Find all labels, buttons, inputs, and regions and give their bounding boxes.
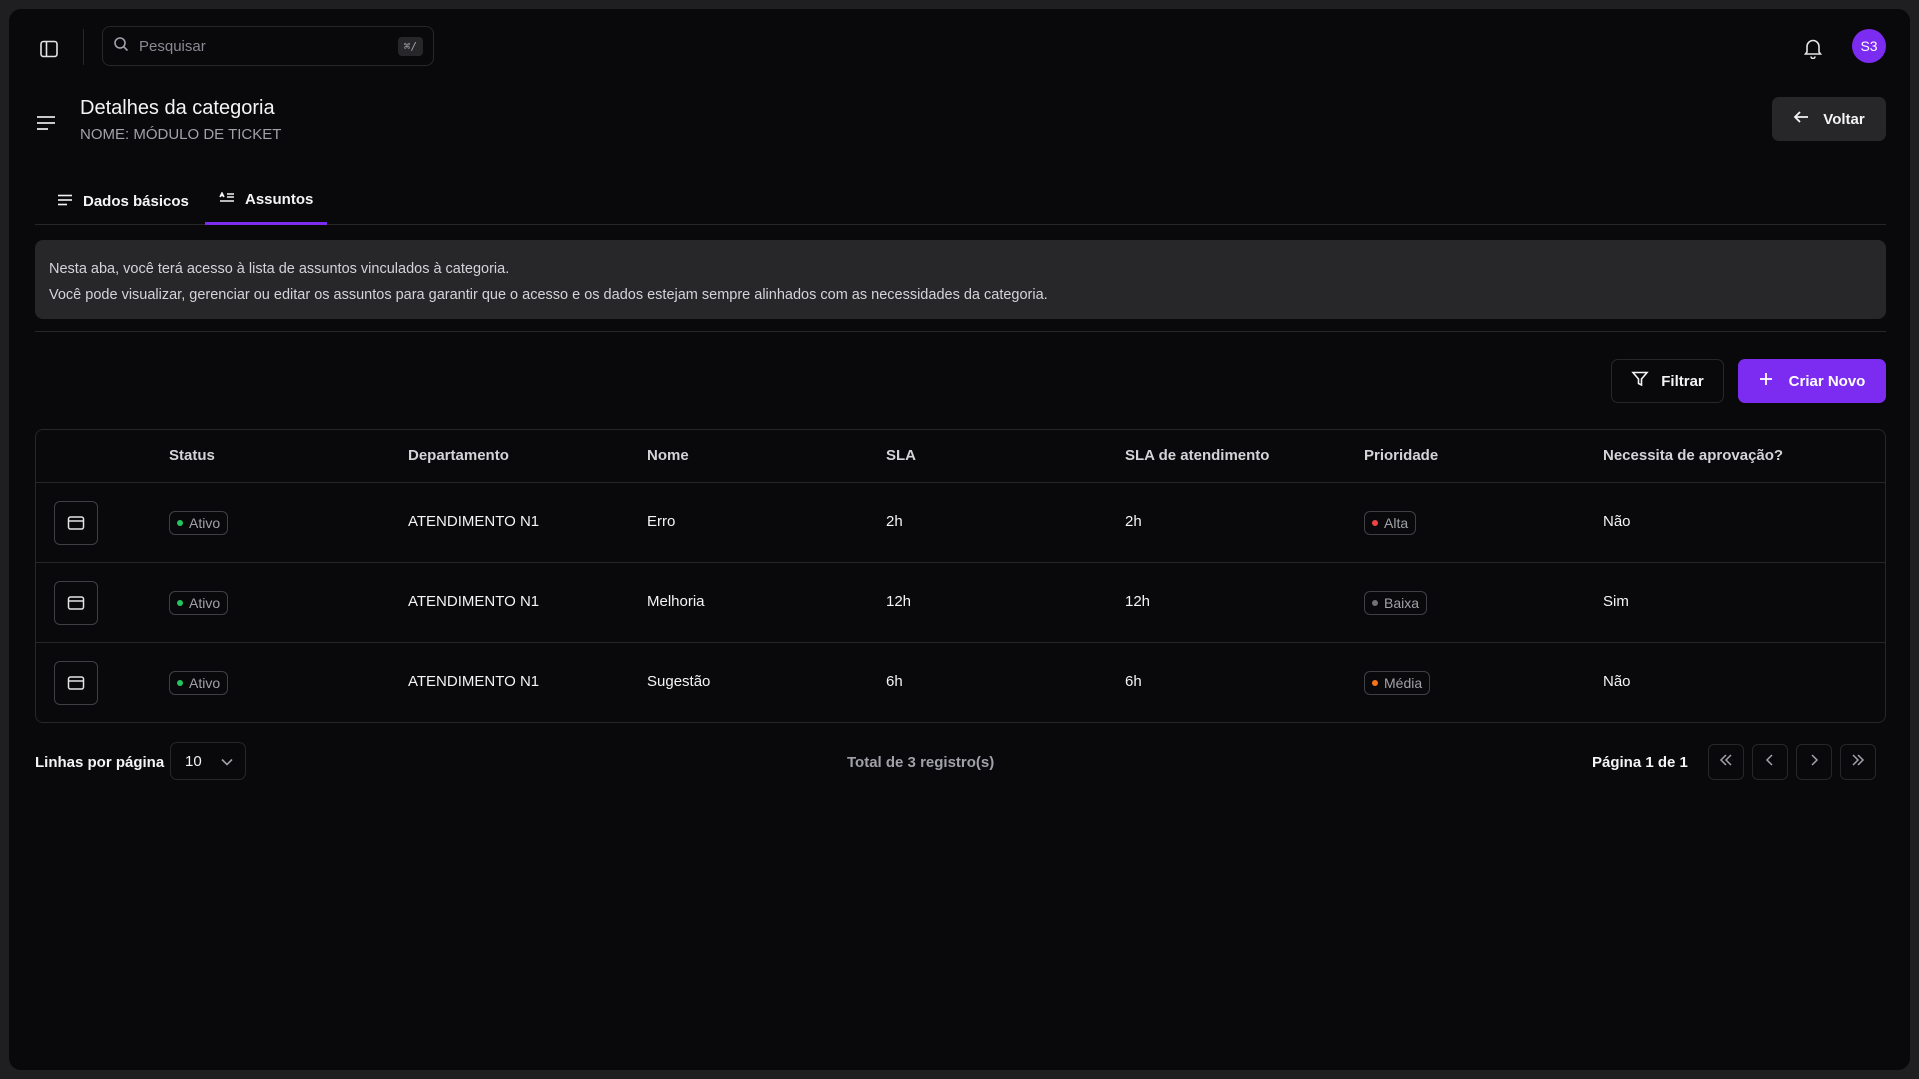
status-text: Ativo: [189, 595, 221, 611]
chevrons-right-icon: [1851, 753, 1865, 771]
search-box[interactable]: ⌘/: [102, 26, 434, 66]
back-button[interactable]: Voltar: [1772, 97, 1886, 141]
last-page-button[interactable]: [1840, 744, 1876, 780]
cell-aprovacao: Sim: [1603, 593, 1629, 610]
cell-aprovacao: Não: [1603, 513, 1631, 530]
info-box: Nesta aba, você terá acesso à lista de a…: [35, 240, 1886, 319]
cell-nome: Erro: [647, 513, 676, 530]
cell-departamento: ATENDIMENTO N1: [408, 513, 540, 530]
back-button-label: Voltar: [1823, 110, 1865, 128]
column-header-sla-atendimento[interactable]: SLA de atendimento: [1125, 447, 1269, 464]
column-header-prioridade[interactable]: Prioridade: [1364, 447, 1438, 464]
tab-bar: Dados básicos Assuntos: [35, 177, 1886, 225]
priority-text: Alta: [1384, 515, 1409, 531]
page-subtitle: NOME: MÓDULO DE TICKET: [80, 126, 282, 143]
section-divider: [35, 331, 1886, 332]
info-line-1: Nesta aba, você terá acesso à lista de a…: [49, 261, 510, 277]
sidebar-toggle-icon[interactable]: [33, 33, 65, 65]
priority-badge: Média: [1364, 671, 1431, 695]
chevron-left-icon: [1765, 753, 1775, 771]
rows-per-page-label: Linhas por página: [35, 754, 165, 771]
tab-dados-basicos[interactable]: Dados básicos: [43, 177, 203, 225]
bell-icon[interactable]: [1798, 33, 1828, 63]
priority-dot: [1372, 600, 1378, 606]
arrow-left-icon: [1793, 110, 1809, 128]
filter-icon: [1631, 370, 1649, 392]
status-dot: [177, 680, 183, 686]
priority-badge: Baixa: [1364, 591, 1428, 615]
cell-nome: Sugestão: [647, 673, 711, 690]
avatar[interactable]: S3: [1852, 29, 1886, 63]
menu-icon[interactable]: [31, 108, 61, 138]
table-row[interactable]: Ativo ATENDIMENTO N1 Erro 2h 2h Alta Não: [36, 483, 1885, 563]
filter-button[interactable]: Filtrar: [1611, 359, 1724, 403]
column-header-departamento[interactable]: Departamento: [408, 447, 509, 464]
cell-aprovacao: Não: [1603, 673, 1631, 690]
first-page-button[interactable]: [1708, 744, 1744, 780]
search-shortcut-hint: ⌘/: [397, 36, 423, 56]
table-header: Status Departamento Nome SLA SLA de aten…: [36, 430, 1885, 483]
priority-dot: [1372, 680, 1378, 686]
table-row[interactable]: Ativo ATENDIMENTO N1 Melhoria 12h 12h Ba…: [36, 563, 1885, 643]
tab-assuntos[interactable]: Assuntos: [205, 177, 328, 225]
info-line-2: Você pode visualizar, gerenciar ou edita…: [49, 287, 1048, 303]
cell-sla-atendimento: 12h: [1125, 593, 1151, 610]
cell-nome: Melhoria: [647, 593, 705, 610]
cell-sla: 12h: [886, 593, 912, 610]
previous-page-button[interactable]: [1752, 744, 1788, 780]
column-header-sla[interactable]: SLA: [886, 447, 916, 464]
chevron-down-icon: [221, 753, 233, 770]
priority-text: Baixa: [1384, 595, 1420, 611]
priority-dot: [1372, 520, 1378, 526]
status-dot: [177, 600, 183, 606]
filter-button-label: Filtrar: [1661, 372, 1704, 390]
total-records: Total de 3 registro(s): [847, 754, 995, 771]
search-input[interactable]: [139, 37, 398, 55]
tab-label: Assuntos: [245, 191, 314, 208]
top-bar: ⌘/ S3: [9, 9, 1910, 83]
cell-departamento: ATENDIMENTO N1: [408, 673, 540, 690]
calendar-icon[interactable]: [54, 661, 98, 705]
priority-badge: Alta: [1364, 511, 1417, 535]
column-header-aprovacao[interactable]: Necessita de aprovação?: [1603, 447, 1783, 464]
calendar-icon[interactable]: [54, 581, 98, 625]
status-badge: Ativo: [169, 591, 229, 615]
create-new-button-label: Criar Novo: [1788, 372, 1866, 390]
app-frame: ⌘/ S3 Detalhes da categoria NOME: MÓDULO…: [9, 9, 1910, 1070]
page-indicator: Página 1 de 1: [1592, 754, 1688, 771]
cell-sla: 2h: [886, 513, 903, 530]
status-dot: [177, 520, 183, 526]
column-header-status[interactable]: Status: [169, 447, 215, 464]
tab-label: Dados básicos: [83, 192, 189, 210]
list-text-icon: [219, 191, 235, 208]
cell-departamento: ATENDIMENTO N1: [408, 593, 540, 610]
status-badge: Ativo: [169, 671, 229, 695]
page-title: Detalhes da categoria: [80, 97, 275, 119]
search-icon: [113, 36, 129, 57]
divider: [83, 29, 84, 65]
table-row[interactable]: Ativo ATENDIMENTO N1 Sugestão 6h 6h Médi…: [36, 643, 1885, 722]
subjects-table: Status Departamento Nome SLA SLA de aten…: [35, 429, 1886, 723]
rows-per-page-select[interactable]: 10: [170, 742, 246, 780]
create-new-button[interactable]: Criar Novo: [1738, 359, 1886, 403]
rows-per-page-value: 10: [185, 752, 202, 770]
lines-icon: [57, 193, 73, 210]
status-badge: Ativo: [169, 511, 229, 535]
chevron-right-icon: [1809, 753, 1819, 771]
cell-sla-atendimento: 6h: [1125, 673, 1142, 690]
status-text: Ativo: [189, 675, 221, 691]
cell-sla: 6h: [886, 673, 903, 690]
next-page-button[interactable]: [1796, 744, 1832, 780]
status-text: Ativo: [189, 515, 221, 531]
calendar-icon[interactable]: [54, 501, 98, 545]
column-header-nome[interactable]: Nome: [647, 447, 689, 464]
priority-text: Média: [1384, 675, 1423, 691]
cell-sla-atendimento: 2h: [1125, 513, 1142, 530]
plus-icon: [1759, 372, 1773, 390]
chevrons-left-icon: [1719, 753, 1733, 771]
